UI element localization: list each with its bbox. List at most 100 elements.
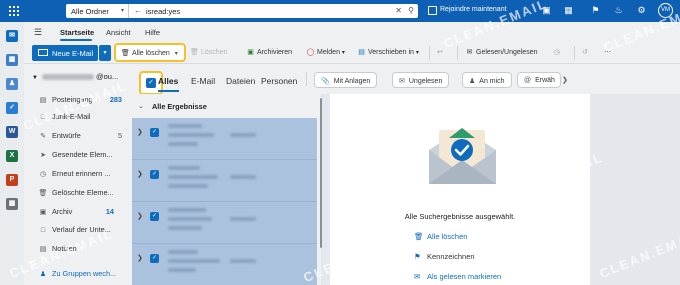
switch-to-groups-link[interactable]: ♟ Zu Gruppen wech... <box>38 269 126 283</box>
top-bar: Alle Ordner ▾ ← isread:yes ✕ ⚲ Rejoindre… <box>0 0 680 22</box>
onenote-icon[interactable]: ▦ <box>563 5 574 16</box>
todo-icon[interactable]: ✓ <box>6 102 18 114</box>
ribbon-divider <box>457 46 458 60</box>
folder-item-junk[interactable]: □ Junk-E-Mail <box>38 112 126 126</box>
delete-all-action[interactable]: 🗑 Alle löschen <box>414 232 467 241</box>
delete-button[interactable]: 🗑 Löschen <box>190 48 227 56</box>
tab-alles[interactable]: Alles <box>158 76 178 86</box>
more-apps-icon[interactable]: ▦ <box>6 198 18 210</box>
meet-now-button[interactable]: Rejoindre maintenant <box>440 6 507 13</box>
chevron-right-icon[interactable]: ❯ <box>562 76 568 84</box>
clock-icon[interactable]: ◷ <box>554 48 560 56</box>
delete-all-content: 🗑 Alle löschen ▾ <box>121 49 178 57</box>
delete-label: Löschen <box>201 49 228 56</box>
folder-item-entwuerfe[interactable]: ✎ Entwürfe 5 <box>38 131 126 145</box>
chevron-down-icon: ▾ <box>174 51 178 57</box>
junk-icon: □ <box>40 114 46 121</box>
word-icon[interactable]: W <box>6 126 18 138</box>
tab-ansicht[interactable]: Ansicht <box>106 28 131 37</box>
account-domain: @ou... <box>95 72 119 81</box>
tab-hilfe[interactable]: Hilfe <box>145 28 160 37</box>
filter-unread-chip[interactable]: ✉ Ungelesen <box>392 72 450 88</box>
folder-item-archiv[interactable]: ▣ Archiv 14 <box>38 207 126 221</box>
chevron-down-icon[interactable]: ⌄ <box>138 102 144 110</box>
folder-label: Notizen <box>52 244 77 253</box>
read-unread-button[interactable]: ✉ Gelesen/Ungelesen <box>465 48 538 56</box>
report-button[interactable]: ◯ Melden ▾ <box>306 48 345 56</box>
tab-startseite[interactable]: Startseite <box>60 28 94 37</box>
checkmark-icon: ✓ <box>150 254 159 263</box>
chip-label: Erwäh <box>535 77 555 84</box>
list-item[interactable]: ❯ ✓ <box>132 118 317 160</box>
folder-item-erneut-erinnern[interactable]: ◷ Erneut erinnern ... <box>38 169 126 183</box>
chevron-right-icon: ❯ <box>137 255 143 262</box>
checkmark-icon: ✓ <box>150 212 159 221</box>
bell-icon[interactable]: ♨ <box>613 5 624 16</box>
filter-to-me-chip[interactable]: ♟ An mich <box>462 72 512 88</box>
account-header[interactable]: ▼ @ou... <box>32 72 118 81</box>
folder-label: Erneut erinnern ... <box>52 169 111 178</box>
redacted-subject <box>168 259 220 263</box>
folder-item-geloeschte[interactable]: 🗑 Gelöschte Eleme... <box>38 188 126 202</box>
notes-icon: ▤ <box>39 246 47 253</box>
filter-divider <box>306 72 307 86</box>
archive-count: 14 <box>105 207 114 216</box>
clear-search-icon[interactable]: ✕ <box>395 6 402 15</box>
megaphone-icon[interactable]: ⚑ <box>590 5 601 16</box>
filter-mentions-chip[interactable]: @ Erwäh <box>517 72 561 88</box>
move-button[interactable]: ▤ Verschieben in ▾ <box>357 48 419 56</box>
archive-button[interactable]: ▣ Archivieren <box>246 48 292 56</box>
ribbon-toolbar: Neue E-Mail ▾ 🗑 Alle löschen ▾ 🗑 Löschen ▣… <box>24 42 680 64</box>
list-item[interactable]: ❯ ✓ <box>132 160 317 202</box>
folder-item-notizen[interactable]: ▤ Notizen <box>38 244 126 258</box>
delete-all-button[interactable]: 🗑 Alle löschen ▾ <box>114 43 186 62</box>
back-arrow-icon[interactable]: ← <box>134 6 142 15</box>
search-input[interactable]: ← isread:yes ✕ ⚲ <box>128 4 418 18</box>
avatar[interactable]: VM <box>658 3 673 18</box>
chevron-down-icon: ▾ <box>341 50 345 56</box>
undo-icon[interactable]: ↺ <box>582 48 588 56</box>
clock-icon: ◷ <box>39 171 47 178</box>
new-mail-button[interactable]: Neue E-Mail <box>32 45 98 61</box>
redacted-preview <box>168 142 198 146</box>
redacted-preview <box>168 268 196 272</box>
envelope-icon: ✉ <box>399 78 405 85</box>
folder-item-posteingang[interactable]: ▤ Posteingang 283 <box>38 95 126 109</box>
more-options-icon[interactable]: ⋯ <box>604 48 611 56</box>
people-icon[interactable]: ♟ <box>6 78 18 90</box>
tab-dateien[interactable]: Dateien <box>226 76 255 86</box>
list-item[interactable]: ❯ ✓ <box>132 202 317 244</box>
draft-count: 5 <box>117 131 122 140</box>
trash-icon: 🗑 <box>38 190 48 197</box>
folder-item-gesendete[interactable]: ➤ Gesendete Elem... <box>38 150 126 164</box>
sent-icon: ➤ <box>40 152 46 159</box>
teams-icon[interactable]: ▣ <box>541 5 552 16</box>
tab-personen[interactable]: Personen <box>261 76 297 86</box>
action-label: Kennzeichnen <box>427 252 475 261</box>
tab-email[interactable]: E-Mail <box>191 76 215 86</box>
app-rail: ✉ ▦ ♟ ✓ W X P ▦ <box>0 22 24 285</box>
redacted-sender <box>168 208 206 212</box>
search-icon[interactable]: ⚲ <box>408 6 414 15</box>
chip-label: Ungelesen <box>408 78 443 85</box>
list-item[interactable]: ❯ ✓ <box>132 244 317 285</box>
redacted-subject <box>168 217 212 221</box>
action-label: Alle löschen <box>427 232 468 241</box>
excel-icon[interactable]: X <box>6 150 18 162</box>
powerpoint-icon[interactable]: P <box>6 174 18 186</box>
mark-as-read-action[interactable]: ✉ Als gelesen markieren <box>414 272 501 281</box>
folder-label: Entwürfe <box>52 131 81 140</box>
folder-scope-select[interactable]: Alle Ordner ▾ <box>66 4 128 18</box>
app-launcher-icon[interactable] <box>9 6 19 16</box>
flag-action[interactable]: ⚑ Kennzeichnen <box>414 252 475 261</box>
archive-icon: ▣ <box>39 209 47 216</box>
reply-icon[interactable]: ↩ <box>437 48 443 56</box>
folder-item-verlauf[interactable]: □ Verlauf der Unte... <box>38 225 126 239</box>
new-mail-dropdown[interactable]: ▾ <box>99 45 111 61</box>
gear-icon[interactable]: ⚙ <box>636 5 647 16</box>
redacted-date <box>230 175 256 179</box>
filter-attachments-chip[interactable]: 📎 Mit Anlagen <box>314 72 378 88</box>
hamburger-icon[interactable]: ☰ <box>34 27 42 38</box>
calendar-icon[interactable]: ▦ <box>6 54 18 66</box>
mail-icon[interactable]: ✉ <box>6 30 18 42</box>
